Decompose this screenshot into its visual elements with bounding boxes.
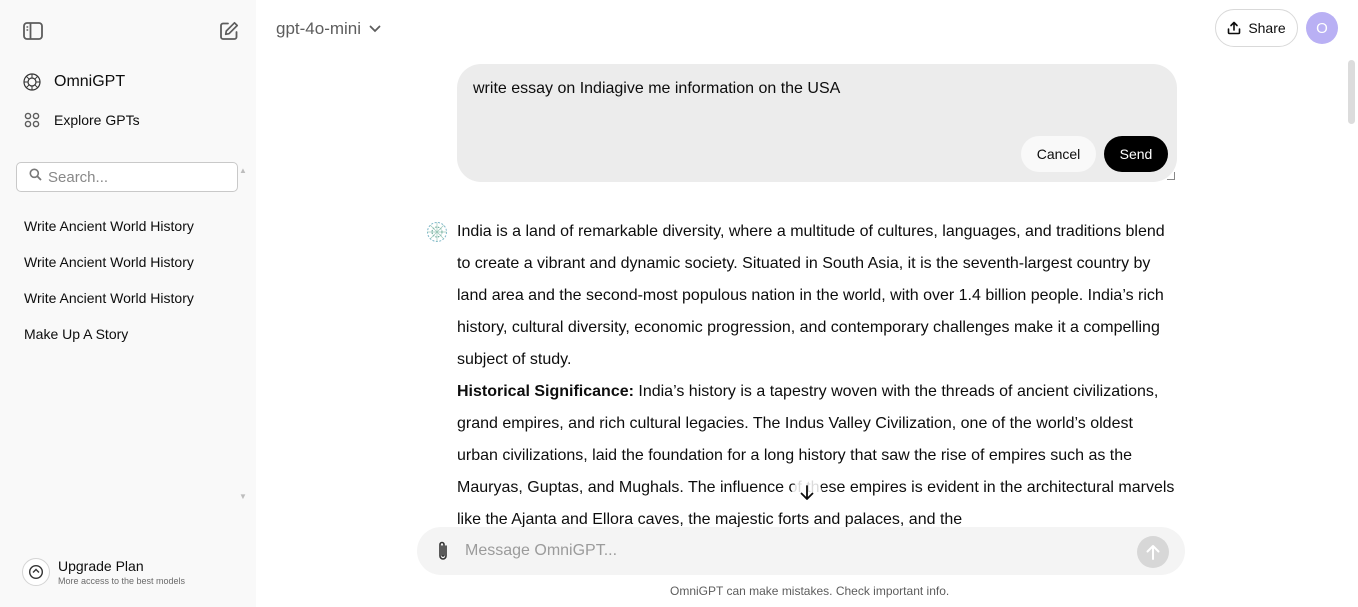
assistant-response: India is a land of remarkable diversity,…	[457, 216, 1177, 527]
send-button[interactable]: Send	[1104, 136, 1168, 172]
response-text: India’s history is a tapestry woven with…	[457, 383, 1175, 527]
upgrade-plan-button[interactable]: Upgrade Plan More access to the best mod…	[22, 554, 242, 590]
disclaimer-text: OmniGPT can make mistakes. Check importa…	[670, 584, 950, 598]
upgrade-title: Upgrade Plan	[58, 557, 144, 574]
response-heading: Historical Significance:	[457, 383, 634, 400]
sidebar-item-label: Explore GPTs	[54, 112, 140, 128]
upgrade-badge-icon	[22, 558, 50, 586]
message-composer	[417, 527, 1185, 575]
model-name: gpt-4o-mini	[276, 19, 362, 38]
scroll-up-arrow-icon[interactable]: ▲	[239, 166, 247, 175]
sidebar-toggle-icon[interactable]	[19, 17, 47, 45]
sidebar-item-explore-gpts[interactable]: Explore GPTs	[16, 104, 240, 136]
edit-message-input[interactable]: write essay on Indiagive me information …	[473, 78, 1153, 128]
edit-message-box: write essay on Indiagive me information …	[457, 64, 1177, 182]
share-label: Share	[1248, 20, 1286, 36]
new-chat-icon[interactable]	[215, 17, 243, 45]
cancel-button[interactable]: Cancel	[1021, 136, 1096, 172]
history-item[interactable]: Make Up A Story	[24, 318, 234, 354]
search-icon	[29, 168, 42, 186]
search-input[interactable]	[48, 168, 228, 186]
share-icon	[1227, 21, 1241, 35]
history-item[interactable]: Write Ancient World History	[24, 210, 234, 246]
grid-icon	[22, 110, 42, 130]
sidebar-item-omnigpt[interactable]: OmniGPT	[16, 66, 240, 98]
upgrade-subtitle: More access to the best models	[58, 575, 186, 586]
sidebar: OmniGPT Explore GPTs ▲ ▼ Write Ancient W…	[0, 0, 256, 607]
sidebar-item-label: OmniGPT	[54, 73, 126, 90]
arrow-down-icon	[800, 485, 814, 500]
history-item[interactable]: Write Ancient World History	[24, 246, 234, 282]
resize-handle[interactable]	[1167, 172, 1175, 180]
scroll-down-arrow-icon[interactable]: ▼	[239, 492, 247, 501]
send-message-button[interactable]	[1137, 536, 1169, 568]
share-button[interactable]: Share	[1215, 9, 1298, 47]
search-box	[16, 162, 238, 192]
omnigpt-logo-icon	[22, 72, 42, 92]
arrow-up-icon	[1146, 545, 1160, 560]
history-item[interactable]: Write Ancient World History	[24, 282, 234, 318]
scroll-to-bottom-button[interactable]	[792, 478, 822, 508]
response-paragraph: Historical Significance: India’s history…	[457, 376, 1177, 527]
model-selector[interactable]: gpt-4o-mini	[268, 14, 389, 44]
paperclip-icon[interactable]	[431, 539, 455, 563]
response-paragraph: India is a land of remarkable diversity,…	[457, 223, 1165, 368]
assistant-avatar-icon	[425, 220, 449, 244]
chevron-down-icon	[369, 25, 381, 33]
main-scrollbar[interactable]	[1348, 60, 1355, 124]
user-avatar[interactable]: O	[1306, 12, 1338, 44]
message-input[interactable]	[465, 539, 1125, 563]
chat-history-list: Write Ancient World History Write Ancien…	[24, 210, 234, 354]
app-window: OmniGPT Explore GPTs ▲ ▼ Write Ancient W…	[0, 0, 1358, 607]
